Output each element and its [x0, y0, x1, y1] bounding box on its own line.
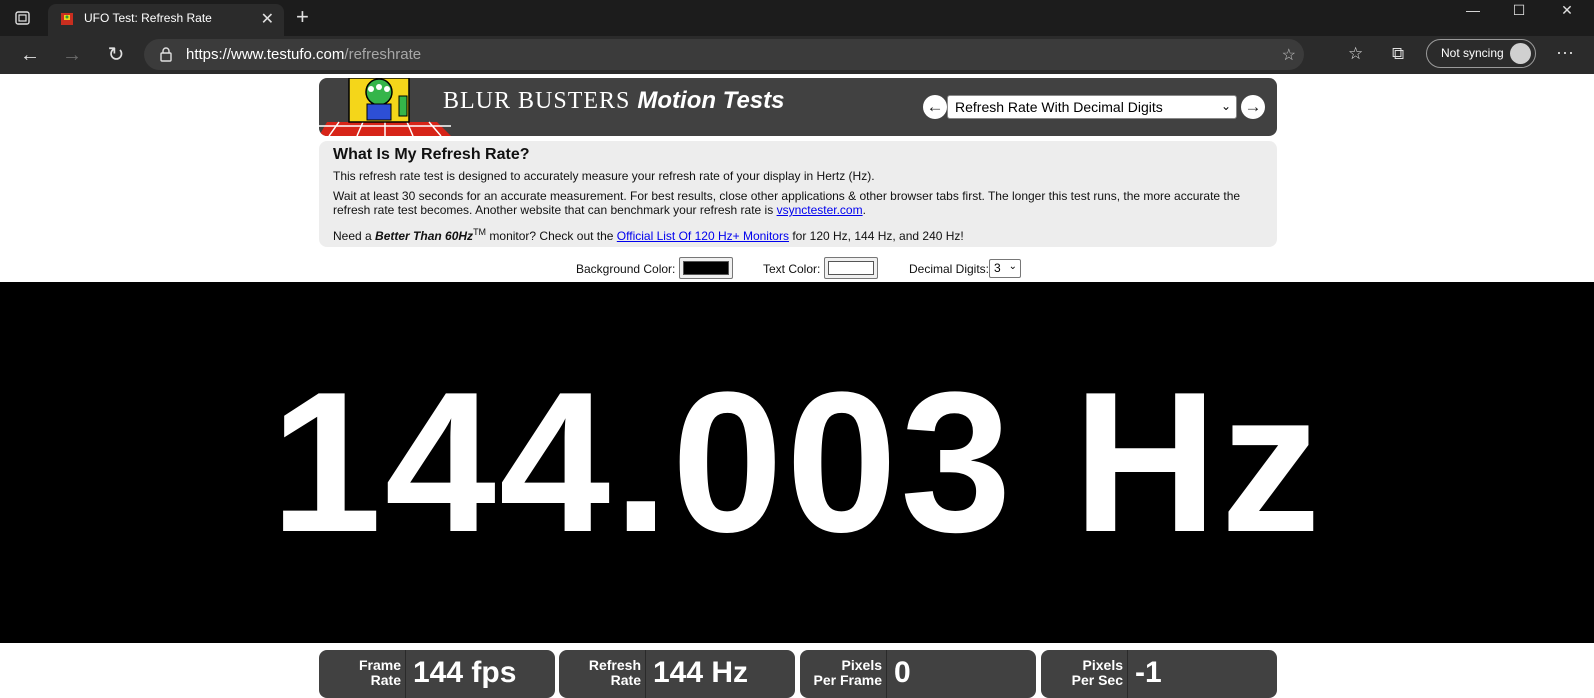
- stat-label-line2: Rate: [610, 672, 641, 688]
- stat-label-line2: Rate: [370, 672, 401, 688]
- info-box: What Is My Refresh Rate? This refresh ra…: [319, 141, 1277, 247]
- tab-title: UFO Test: Refresh Rate: [84, 11, 212, 25]
- info-line-3: Need a Better Than 60HzTM monitor? Check…: [333, 225, 1263, 243]
- decimal-digits-label: Decimal Digits:: [909, 262, 990, 276]
- lock-icon[interactable]: [158, 46, 174, 62]
- stat-label-line2: Per Sec: [1071, 672, 1123, 688]
- stat-label-line2: Per Frame: [813, 672, 882, 688]
- refresh-rate-readout: 144.003 Hz: [270, 351, 1324, 574]
- display-controls: Background Color: Text Color: Decimal Di…: [0, 256, 1594, 282]
- brand-main: BLUR BUSTERS: [443, 88, 631, 114]
- refresh-rate-display: 144.003 Hz: [0, 282, 1594, 643]
- background-color-picker[interactable]: [679, 257, 733, 279]
- sync-label: Not syncing: [1441, 46, 1504, 60]
- background-color-label: Background Color:: [576, 262, 676, 276]
- stat-label-line1: Refresh: [588, 657, 641, 673]
- url-path: /refreshrate: [344, 46, 422, 63]
- stat-refresh-rate: Refresh Rate 144 Hz: [559, 650, 795, 698]
- info-line-3-mid: monitor? Check out the: [486, 229, 617, 243]
- brand-title: BLUR BUSTERS Motion Tests: [443, 87, 784, 115]
- ufo-favicon-icon: [60, 12, 74, 26]
- text-color-label: Text Color:: [763, 262, 821, 276]
- profile-sync-button[interactable]: Not syncing: [1426, 39, 1536, 68]
- info-line-3-end: for 120 Hz, 144 Hz, and 240 Hz!: [788, 229, 964, 243]
- favorites-icon[interactable]: ☆: [1348, 44, 1363, 64]
- url-host: https://www.testufo.com: [186, 46, 345, 63]
- collections-icon[interactable]: ⧉: [1392, 44, 1404, 64]
- stat-frame-rate: Frame Rate 144 fps: [319, 650, 555, 698]
- brand-sub: Motion Tests: [637, 87, 785, 114]
- stat-label: Frame Rate: [319, 658, 401, 688]
- tab-close-icon[interactable]: ✕: [261, 9, 274, 29]
- text-color-picker[interactable]: [824, 257, 878, 279]
- better-than-60hz: Better Than 60Hz: [375, 229, 474, 243]
- stat-label-line1: Pixels: [841, 657, 882, 673]
- monitor-list-link[interactable]: Official List Of 120 Hz+ Monitors: [617, 229, 789, 243]
- minimize-button[interactable]: —: [1450, 0, 1496, 20]
- add-favorite-icon[interactable]: ☆: [1282, 45, 1296, 65]
- stat-label: Pixels Per Sec: [1041, 658, 1123, 688]
- info-line-3-pre: Need a: [333, 229, 376, 243]
- test-select[interactable]: Refresh Rate With Decimal Digits ⌄: [947, 95, 1237, 119]
- tab-actions-icon[interactable]: [14, 9, 32, 27]
- info-line-1: This refresh rate test is designed to ac…: [333, 169, 875, 183]
- decimal-digits-select[interactable]: 3 ⌄: [989, 259, 1021, 278]
- stat-pixels-per-frame: Pixels Per Frame 0: [800, 650, 1036, 698]
- window-close-button[interactable]: ✕: [1544, 0, 1590, 20]
- back-button[interactable]: ←: [16, 42, 44, 68]
- stat-value: -1: [1135, 656, 1162, 689]
- url-text[interactable]: https://www.testufo.com/refreshrate: [186, 46, 421, 63]
- stats-bar: Frame Rate 144 fps Refresh Rate 144 Hz Pix…: [319, 650, 1277, 698]
- text-color-swatch: [828, 261, 874, 275]
- next-test-button[interactable]: →: [1241, 95, 1265, 119]
- stat-divider: [886, 650, 887, 698]
- stat-divider: [645, 650, 646, 698]
- stat-label-line1: Frame: [358, 657, 401, 673]
- info-title: What Is My Refresh Rate?: [333, 146, 530, 163]
- more-menu-icon[interactable]: ···: [1556, 42, 1574, 63]
- stat-value: 144 fps: [413, 656, 517, 689]
- test-select-value: Refresh Rate With Decimal Digits: [955, 99, 1163, 115]
- new-tab-button[interactable]: +: [296, 4, 309, 30]
- info-line-2-end: .: [862, 203, 866, 217]
- background-color-swatch: [683, 261, 729, 275]
- forward-button[interactable]: →: [58, 42, 86, 68]
- info-line-2: Wait at least 30 seconds for an accurate…: [333, 189, 1263, 217]
- trademark-sup: TM: [473, 227, 487, 237]
- stat-divider: [1127, 650, 1128, 698]
- chevron-down-icon: ⌄: [1220, 99, 1231, 113]
- address-bar[interactable]: https://www.testufo.com/refreshrate ☆: [144, 39, 1304, 70]
- site-header-banner: BLUR BUSTERS Motion Tests ← Refresh Rate…: [319, 78, 1277, 136]
- ufo-mascot-logo[interactable]: [319, 78, 451, 136]
- browser-titlebar: UFO Test: Refresh Rate ✕ + — ☐ ✕: [0, 0, 1594, 36]
- stat-label: Pixels Per Frame: [800, 658, 882, 688]
- browser-tab-active[interactable]: UFO Test: Refresh Rate ✕: [48, 4, 284, 36]
- stat-label-line1: Pixels: [1082, 657, 1123, 673]
- decimal-digits-value: 3: [994, 261, 1001, 275]
- previous-test-button[interactable]: ←: [923, 95, 947, 119]
- vsynctester-link[interactable]: vsynctester.com: [777, 203, 863, 217]
- stat-label: Refresh Rate: [559, 658, 641, 688]
- stat-value: 0: [894, 656, 911, 689]
- stat-pixels-per-sec: Pixels Per Sec -1: [1041, 650, 1277, 698]
- chevron-down-icon: ⌄: [1008, 261, 1017, 272]
- refresh-button[interactable]: ↻: [102, 42, 130, 68]
- stat-divider: [405, 650, 406, 698]
- maximize-button[interactable]: ☐: [1496, 0, 1542, 20]
- stat-value: 144 Hz: [653, 656, 749, 689]
- avatar: [1510, 43, 1531, 64]
- browser-toolbar: ← → ↻ https://www.testufo.com/refreshrat…: [0, 36, 1594, 74]
